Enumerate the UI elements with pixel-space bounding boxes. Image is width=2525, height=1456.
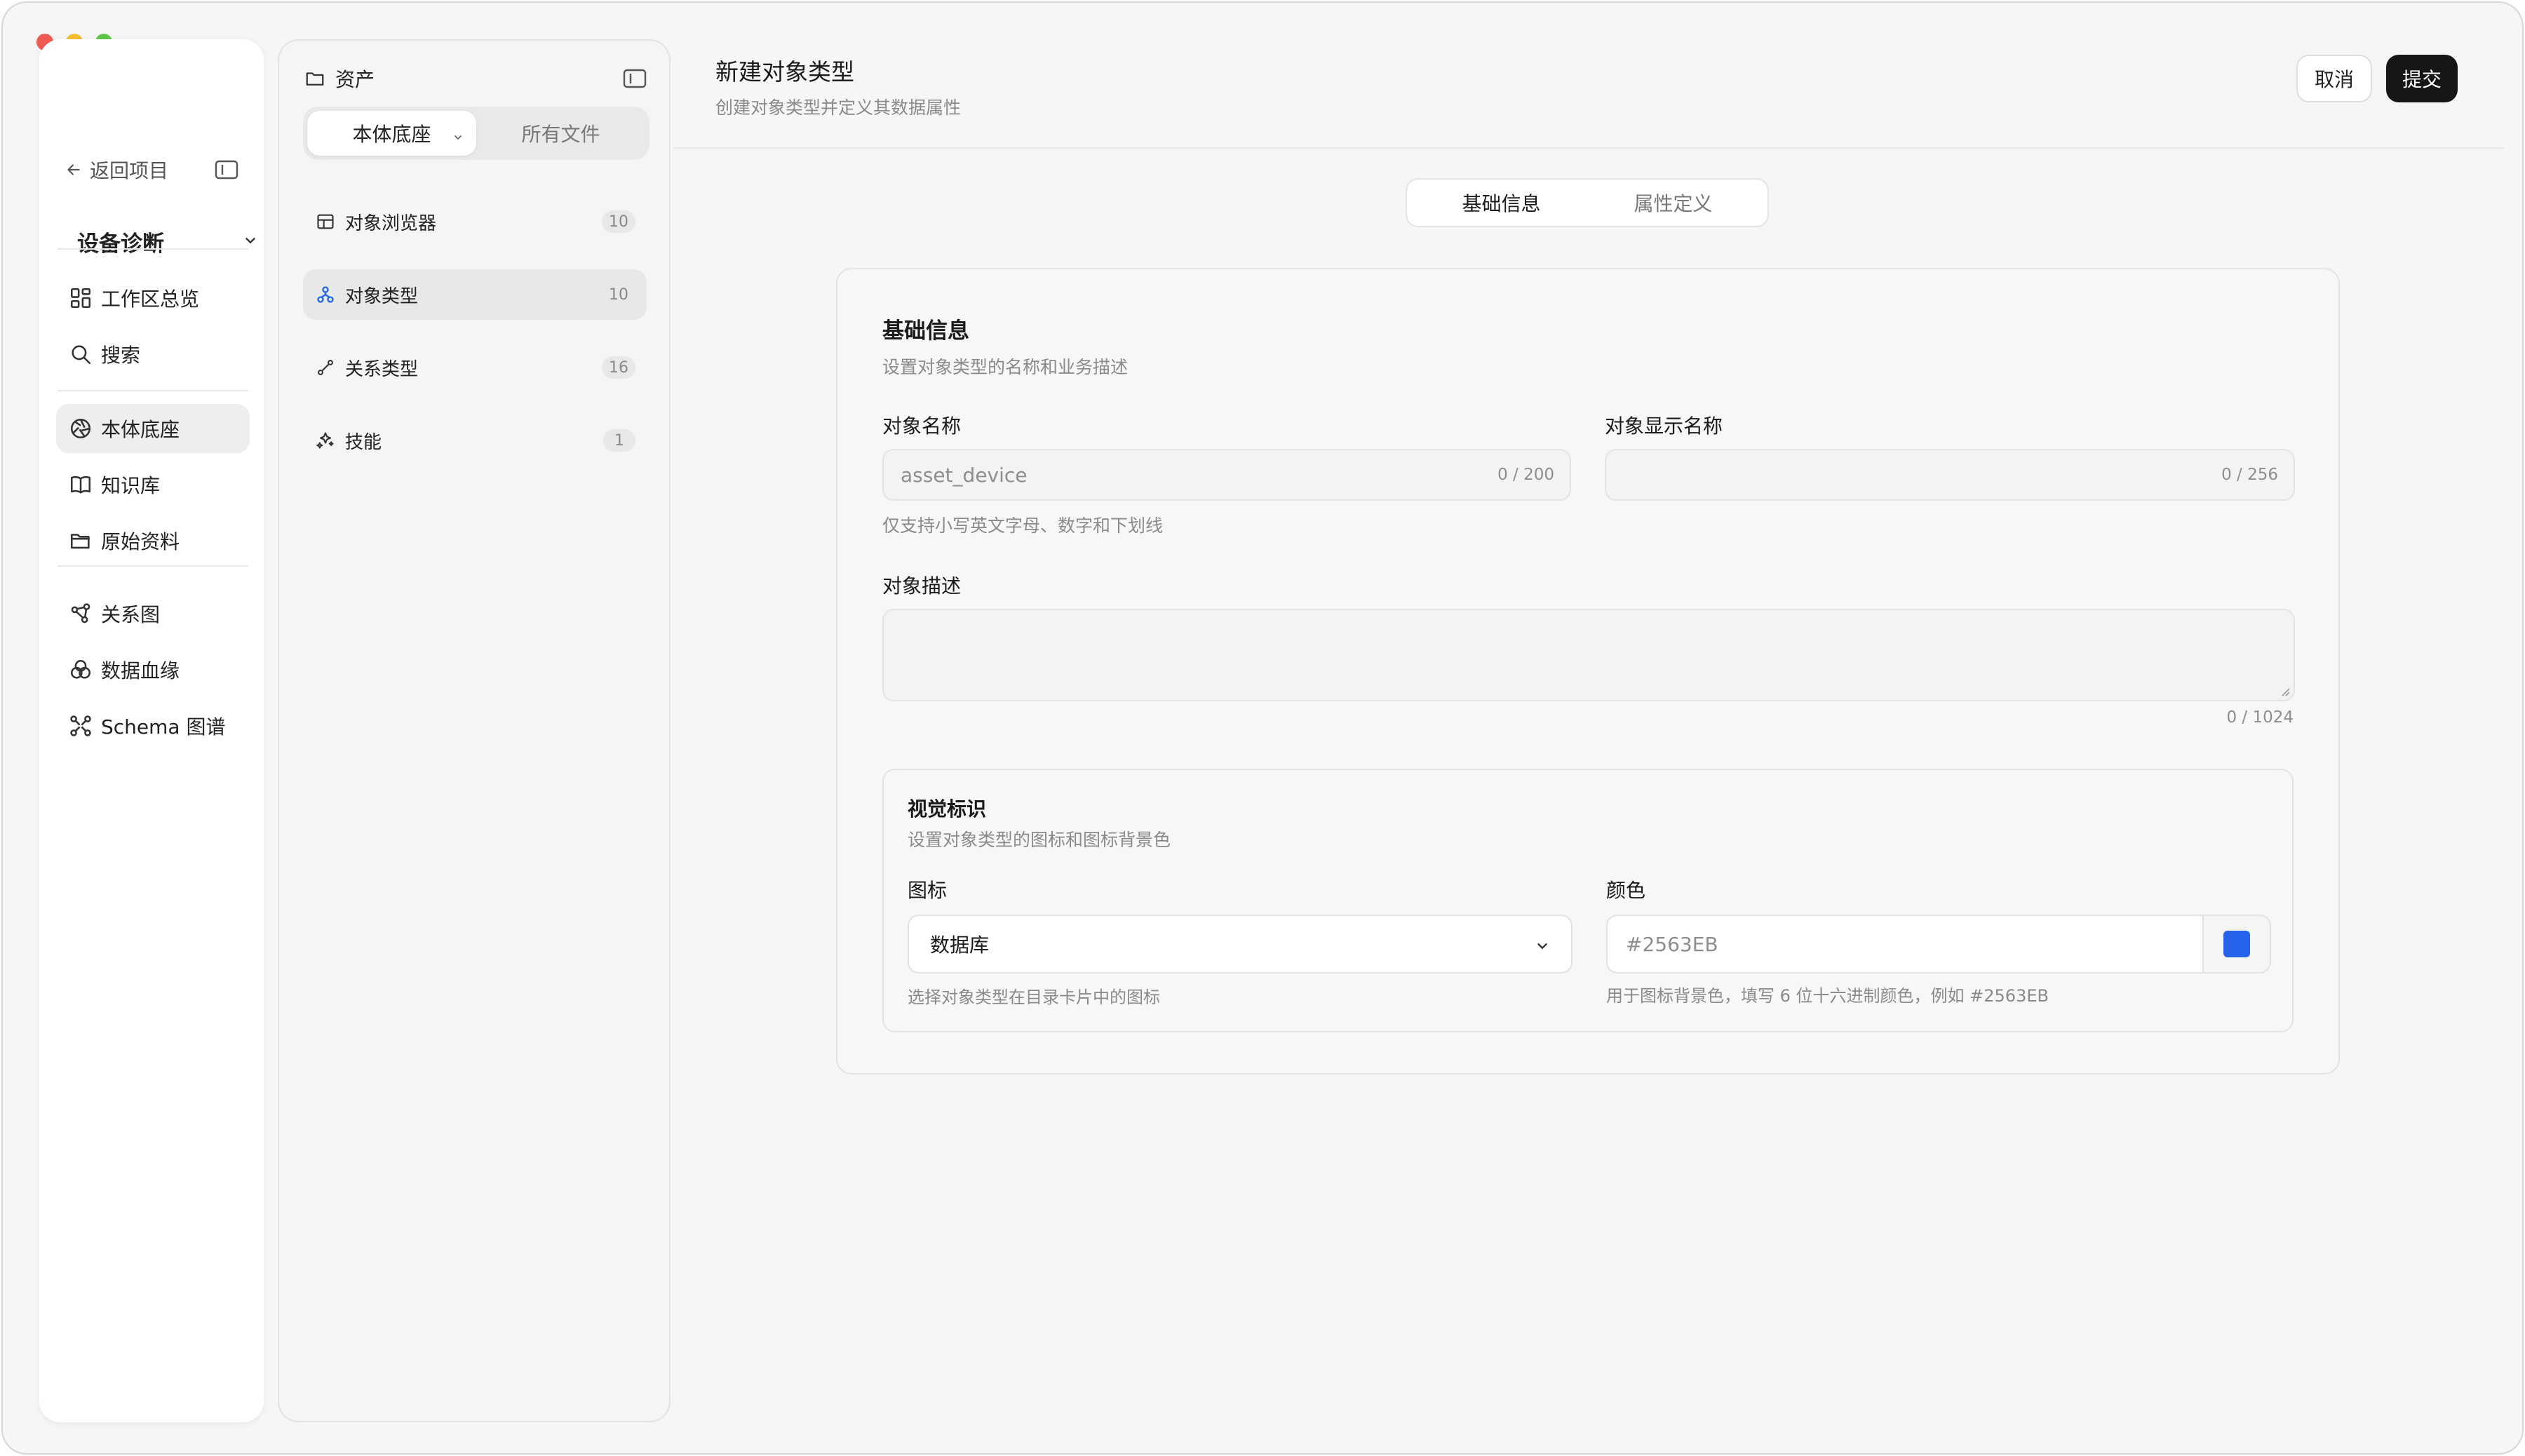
sparkles-icon (316, 432, 334, 449)
visual-subtitle: 设置对象类型的图标和图标背景色 (908, 830, 1171, 850)
description-counter: 0 / 1024 (2226, 708, 2294, 727)
segment-label: 所有文件 (521, 123, 600, 146)
sidebar-item-workspace-overview[interactable]: 工作区总览 (56, 274, 250, 323)
count-badge: 1 (603, 429, 635, 452)
color-picker-button[interactable] (2202, 916, 2270, 972)
panel-item-label: 对象类型 (345, 285, 419, 307)
form-tabs: 基础信息 属性定义 (1406, 178, 1769, 227)
color-label: 颜色 (1606, 879, 1646, 902)
sidebar-item-label: 本体底座 (101, 418, 180, 441)
table-icon (317, 214, 334, 229)
color-hint: 用于图标背景色，填写 6 位十六进制颜色，例如 #2563EB (1606, 986, 2049, 1006)
sidebar-item-label: 工作区总览 (101, 288, 200, 311)
sidebar-item-label: 知识库 (101, 474, 161, 497)
count-badge: 16 (602, 356, 635, 379)
share-nodes-icon (71, 603, 90, 623)
sidebar-item-ontology-base[interactable]: 本体底座 (56, 404, 250, 453)
chevron-down-icon[interactable] (243, 233, 258, 248)
panel-item-label: 关系类型 (345, 358, 419, 380)
chevron-down-icon (1537, 943, 1547, 950)
count-badge: 10 (609, 285, 628, 304)
color-input-value: #2563EB (1626, 932, 1718, 956)
object-description-textarea[interactable] (882, 609, 2295, 701)
panel-header: 资产 (304, 65, 375, 93)
sidebar-item-raw-materials[interactable]: 原始资料 (56, 516, 250, 565)
folder-open-icon (70, 534, 90, 549)
sidebar-item-label: 关系图 (101, 603, 161, 626)
sidebar-item-relation-graph[interactable]: 关系图 (56, 589, 250, 638)
tab-attribute-definition[interactable]: 属性定义 (1587, 189, 1759, 217)
object-description-label: 对象描述 (882, 574, 962, 598)
app-window: 返回项目 设备诊断 工作区总览 搜索 本体底座 知识库 原始资料 关系图 数据血… (1, 1, 2524, 1455)
lineage-icon (70, 659, 91, 679)
panel-title: 资产 (335, 68, 375, 91)
sidebar-item-label: 搜索 (101, 344, 141, 367)
icon-select[interactable]: 数据库 (908, 915, 1573, 973)
folder-icon (306, 72, 324, 86)
arrow-left-icon (67, 164, 80, 175)
sidebar-item-schema-graph[interactable]: Schema 图谱 (56, 701, 250, 750)
section-title: 基础信息 (882, 318, 969, 344)
panel-segmented-control: 本体底座 所有文件 (303, 107, 649, 160)
cancel-button[interactable]: 取消 (2296, 55, 2372, 102)
segment-ontology-base[interactable]: 本体底座 (307, 111, 476, 156)
icon-hint: 选择对象类型在目录卡片中的图标 (908, 987, 1160, 1007)
panel-item-relation-types[interactable]: 关系类型 16 (303, 342, 647, 393)
visual-title: 视觉标识 (908, 797, 987, 821)
sidebar-item-search[interactable]: 搜索 (56, 330, 250, 379)
schema-graph-icon (70, 715, 91, 736)
sidebar-item-label: 原始资料 (101, 530, 180, 553)
object-name-placeholder: asset_device (901, 463, 1028, 487)
object-name-label: 对象名称 (882, 414, 962, 438)
display-name-label: 对象显示名称 (1605, 414, 1723, 438)
divider (58, 248, 248, 250)
basic-info-card: 基础信息 设置对象类型的名称和业务描述 对象名称 asset_device 0 … (836, 268, 2340, 1074)
sidebar-toggle-icon[interactable] (215, 160, 238, 180)
sidebar-item-data-lineage[interactable]: 数据血缘 (56, 645, 250, 694)
segment-label: 本体底座 (352, 123, 431, 146)
header-divider (673, 147, 2504, 149)
hierarchy-icon (317, 286, 334, 303)
divider (58, 390, 248, 391)
sidebar-item-label: Schema 图谱 (101, 715, 226, 739)
object-name-input[interactable]: asset_device 0 / 200 (882, 449, 1571, 501)
visual-identity-section: 视觉标识 设置对象类型的图标和图标背景色 图标 数据库 选择对象类型在目录卡片中… (882, 769, 2294, 1032)
sidebar-item-knowledge-base[interactable]: 知识库 (56, 460, 250, 509)
color-input[interactable]: #2563EB (1606, 915, 2271, 973)
tab-basic-info[interactable]: 基础信息 (1415, 189, 1587, 217)
back-label: 返回项目 (90, 159, 169, 182)
display-name-input[interactable]: 0 / 256 (1605, 449, 2295, 501)
back-to-projects-link[interactable]: 返回项目 (65, 156, 168, 184)
book-open-icon (70, 476, 91, 494)
grid-icon (70, 288, 91, 309)
display-name-counter: 0 / 256 (2221, 466, 2278, 484)
section-subtitle: 设置对象类型的名称和业务描述 (882, 357, 1129, 377)
panel-item-label: 对象浏览器 (345, 213, 437, 234)
object-name-hint: 仅支持小写英文字母、数字和下划线 (882, 515, 1164, 536)
sidebar-item-label: 数据血缘 (101, 659, 180, 682)
submit-button[interactable]: 提交 (2386, 55, 2458, 102)
project-selector[interactable]: 设备诊断 (77, 226, 164, 257)
page-title: 新建对象类型 (715, 58, 854, 86)
count-badge: 10 (602, 210, 635, 233)
panel-toggle-icon[interactable] (623, 69, 647, 88)
segment-all-files[interactable]: 所有文件 (476, 111, 645, 156)
asset-panel: 资产 本体底座 所有文件 对象浏览器 10 对象类型 10 关系类型 16 技能… (278, 39, 671, 1422)
chevron-down-icon (454, 135, 462, 140)
resize-handle-icon[interactable] (2280, 686, 2291, 697)
icon-label: 图标 (908, 879, 948, 902)
panel-item-skills[interactable]: 技能 1 (303, 415, 647, 466)
aperture-icon (70, 418, 91, 439)
page-subtitle: 创建对象类型并定义其数据属性 (715, 97, 962, 118)
icon-select-value: 数据库 (930, 933, 990, 957)
panel-item-label: 技能 (345, 431, 382, 453)
object-name-counter: 0 / 200 (1497, 466, 1554, 484)
color-swatch (2223, 931, 2250, 957)
divider (58, 565, 248, 567)
sidebar: 返回项目 设备诊断 工作区总览 搜索 本体底座 知识库 原始资料 关系图 数据血… (39, 39, 264, 1422)
panel-item-object-types[interactable]: 对象类型 10 (303, 269, 647, 320)
link-icon (318, 360, 333, 375)
panel-item-object-browser[interactable]: 对象浏览器 10 (303, 196, 647, 247)
search-icon (72, 345, 91, 365)
